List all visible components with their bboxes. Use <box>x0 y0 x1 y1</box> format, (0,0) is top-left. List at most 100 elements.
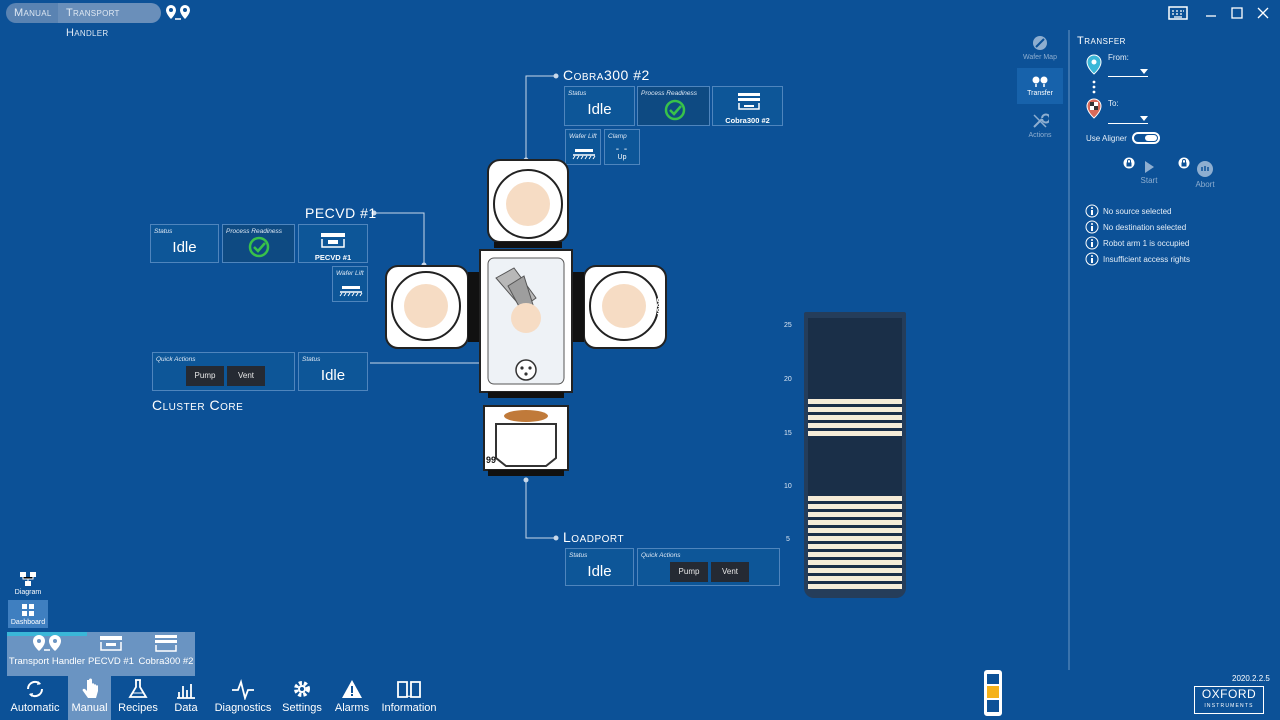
loadport-vent-button[interactable]: Vent <box>711 562 749 582</box>
version-label: 2020.2.2.5 <box>1232 674 1270 683</box>
wafer-map-icon <box>1033 36 1047 50</box>
loadport-title: Loadport <box>563 529 625 545</box>
cobra-status-value: Idle <box>587 101 612 118</box>
lock-icon <box>1178 156 1190 174</box>
gear-icon <box>294 681 310 697</box>
cassette-slot[interactable] <box>808 423 902 428</box>
use-aligner-toggle[interactable] <box>1132 132 1160 144</box>
cool-chamber[interactable] <box>572 265 667 349</box>
cassette-slot[interactable] <box>808 584 902 589</box>
message-item: No destination selected <box>1085 219 1190 235</box>
diagram-icon <box>20 572 36 586</box>
chevron-down-icon <box>1140 116 1148 121</box>
pecvd-status-value: Idle <box>172 239 197 256</box>
loadport-status-value: Idle <box>587 563 612 580</box>
pecvd-status-panel: Status Idle <box>150 224 219 263</box>
warning-icon <box>342 680 362 698</box>
cobra-chamber[interactable] <box>487 159 569 248</box>
nav-information[interactable]: Information <box>378 676 440 720</box>
cassette-slot[interactable] <box>808 496 902 501</box>
ready-check-icon <box>248 236 270 258</box>
core-pump-button[interactable]: Pump <box>186 366 224 386</box>
chart-icon <box>177 684 195 699</box>
pecvd-module-panel[interactable]: PECVD #1 <box>298 224 368 263</box>
core-title: Cluster Core <box>152 397 244 413</box>
cassette-slot[interactable] <box>808 520 902 525</box>
pecvd-chamber[interactable] <box>385 265 480 349</box>
message-item: Insufficient access rights <box>1085 251 1190 267</box>
loadport-pump-button[interactable]: Pump <box>670 562 708 582</box>
tab-pecvd[interactable]: PECVD #1 <box>88 633 134 675</box>
loadlock[interactable] <box>483 405 569 476</box>
cassette-slot[interactable] <box>808 536 902 541</box>
wafer-lift-icon <box>339 286 363 297</box>
signal-stack-indicator <box>984 670 1002 716</box>
cassette-slot[interactable] <box>808 407 902 412</box>
pulse-icon <box>232 678 254 700</box>
cassette-slot[interactable] <box>808 528 902 533</box>
core-status-value: Idle <box>320 367 346 384</box>
cassette-slot[interactable] <box>808 399 902 404</box>
abort-button[interactable]: Abort <box>1190 160 1220 189</box>
to-label: To: <box>1108 99 1119 108</box>
book-icon <box>397 681 421 698</box>
transfer-pins-icon <box>1032 76 1048 87</box>
from-label: From: <box>1108 53 1129 62</box>
use-aligner-label: Use Aligner <box>1086 134 1127 143</box>
core-vent-button[interactable]: Vent <box>227 366 265 386</box>
side-tab-wafer-map[interactable]: Wafer Map <box>1017 34 1063 61</box>
side-tab-transfer[interactable]: Transfer <box>1017 68 1063 104</box>
nav-data[interactable]: Data <box>165 676 207 720</box>
nav-recipes[interactable]: Recipes <box>115 676 161 720</box>
pecvd-chamber-icon <box>100 636 122 651</box>
from-dropdown[interactable] <box>1108 68 1148 77</box>
cassette-tick: 20 <box>784 376 792 383</box>
nav-automatic[interactable]: Automatic <box>6 676 64 720</box>
cobra-title: Cobra300 #2 <box>563 67 650 83</box>
nav-alarms[interactable]: Alarms <box>330 676 374 720</box>
cassette-tick: 25 <box>784 322 792 329</box>
cassette-slot[interactable] <box>808 415 902 420</box>
cassette-slot[interactable] <box>808 512 902 517</box>
tab-transport-handler[interactable]: Transport Handler <box>8 633 86 675</box>
transfer-title: Transfer <box>1077 35 1126 47</box>
dashboard-icon <box>22 604 34 616</box>
nav-manual[interactable]: Manual <box>68 676 111 720</box>
nav-settings[interactable]: Settings <box>278 676 326 720</box>
sync-icon <box>26 680 44 698</box>
play-icon <box>1145 161 1154 173</box>
cool-label: Cool <box>655 297 664 315</box>
tab-cobra[interactable]: Cobra300 #2 <box>136 633 196 675</box>
core-status-panel: Status Idle <box>298 352 368 391</box>
abort-hand-icon <box>1197 161 1213 177</box>
cassette-slot[interactable] <box>808 504 902 509</box>
chevron-down-icon <box>1140 69 1148 74</box>
cassette-slot[interactable] <box>808 576 902 581</box>
cassette-slot[interactable] <box>808 431 902 436</box>
info-icon <box>1085 204 1099 218</box>
pecvd-title: PECVD #1 <box>305 205 377 221</box>
loadlock-count: 99 <box>486 455 497 465</box>
message-item: Robot arm 1 is occupied <box>1085 235 1190 251</box>
cassette-tick: 15 <box>784 430 792 437</box>
diagram-toggle[interactable]: Diagram <box>8 571 48 596</box>
cobra-module-panel[interactable]: Cobra300 #2 <box>712 86 783 126</box>
cassette-slot[interactable] <box>808 544 902 549</box>
start-button[interactable]: Start <box>1136 160 1162 185</box>
side-tab-actions[interactable]: Actions <box>1017 112 1063 139</box>
to-dropdown[interactable] <box>1108 115 1148 124</box>
loadport-quick-actions-panel: Quick Actions <box>637 548 780 586</box>
nav-diagnostics[interactable]: Diagnostics <box>212 676 274 720</box>
cassette-slot[interactable] <box>808 568 902 573</box>
pecvd-waferlift-panel[interactable]: Wafer Lift <box>332 266 368 302</box>
chamber-icon <box>155 635 177 652</box>
right-panel-divider <box>1068 30 1070 670</box>
from-to-pins <box>1086 54 1102 119</box>
cassette-slot[interactable] <box>808 552 902 557</box>
cassette-slot[interactable] <box>808 560 902 565</box>
info-icon <box>1085 252 1099 266</box>
pecvd-chamber-icon <box>321 233 345 248</box>
dashboard-toggle[interactable]: Dashboard <box>8 600 48 628</box>
transfer-core[interactable] <box>479 249 573 398</box>
cassette-tick: 10 <box>784 483 792 490</box>
